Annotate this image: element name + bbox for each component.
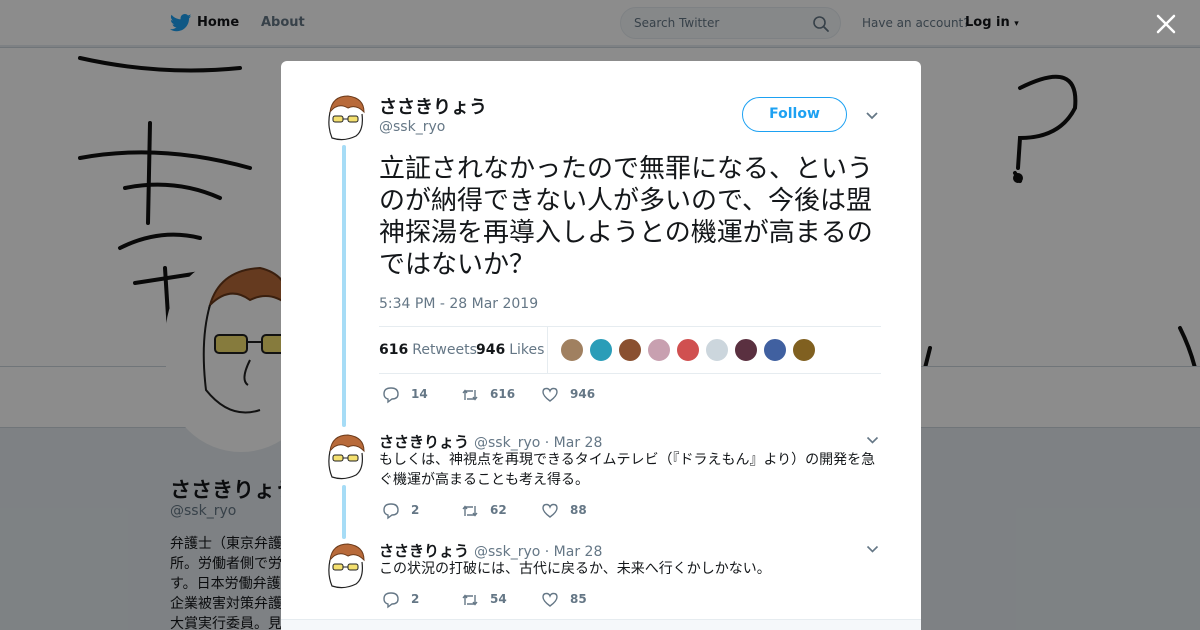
tweet-actions: 14 616 946	[382, 385, 682, 405]
like-count: 85	[570, 592, 587, 606]
likes-count: 946	[476, 342, 506, 358]
retweets-label: Retweets	[412, 342, 477, 358]
liker-avatar[interactable]	[734, 338, 758, 362]
reply-text: この状況の打破には、古代に戻るか、未来へ行くかしかない。	[379, 561, 771, 577]
liker-avatar[interactable]	[647, 338, 671, 362]
reply-icon	[383, 592, 399, 609]
liker-avatar[interactable]	[560, 338, 584, 362]
like-count: 946	[570, 387, 596, 401]
tweet-stats: 616 Retweets 946 Likes	[379, 326, 881, 374]
chevron-down-icon[interactable]	[866, 436, 879, 445]
tweet-timestamp[interactable]: 5:34 PM - 28 Mar 2019	[379, 296, 538, 312]
tweet-modal: ささきりょう @ssk_ryo Follow 立証されなかったので無罪になる、と…	[281, 61, 921, 630]
author-avatar[interactable]	[324, 94, 368, 142]
stats-divider	[547, 327, 548, 374]
reply-header: ささきりょう @ssk_ryo · Mar 28	[379, 540, 602, 561]
likes-label: Likes	[509, 342, 545, 358]
liker-avatar[interactable]	[763, 338, 787, 362]
modal-footer	[281, 619, 921, 630]
retweets-count: 616	[379, 342, 409, 358]
likes-stat[interactable]: 946 Likes	[476, 342, 544, 358]
follow-button[interactable]: Follow	[742, 97, 847, 132]
reply-date[interactable]: · Mar 28	[545, 544, 603, 560]
like-count: 88	[570, 503, 587, 517]
retweet-count: 62	[490, 503, 507, 517]
reply-author-handle[interactable]: @ssk_ryo	[474, 544, 540, 560]
heart-icon	[542, 592, 558, 607]
retweets-stat[interactable]: 616 Retweets	[379, 342, 477, 358]
reply-count: 14	[411, 387, 428, 401]
reply-actions: 2 62 88	[382, 501, 682, 521]
author-handle[interactable]: @ssk_ryo	[379, 119, 445, 135]
reply-date[interactable]: · Mar 28	[545, 435, 603, 451]
reply-avatar[interactable]	[324, 433, 368, 481]
reply-icon	[383, 387, 399, 404]
thread-line	[342, 485, 346, 539]
chevron-down-icon[interactable]	[865, 111, 879, 121]
reply-header: ささきりょう @ssk_ryo · Mar 28	[379, 431, 602, 452]
liker-avatar[interactable]	[589, 338, 613, 362]
reply-text: もしくは、神視点を再現できるタイムテレビ（『ドラえもん』より）の開発を急ぐ機運が…	[379, 452, 876, 488]
thread-line	[342, 145, 346, 427]
retweet-count: 54	[490, 592, 507, 606]
chevron-down-icon[interactable]	[866, 545, 879, 554]
close-icon[interactable]	[1153, 11, 1179, 37]
reply-author-handle[interactable]: @ssk_ryo	[474, 435, 540, 451]
reply-avatar[interactable]	[324, 542, 368, 590]
tweet-text: 立証されなかったので無罪になる、というのが納得できない人が多いので、今後は盟神探…	[379, 154, 874, 280]
retweet-icon	[462, 505, 478, 517]
retweet-icon	[462, 389, 478, 401]
retweet-icon	[462, 594, 478, 606]
reply-icon	[383, 503, 399, 520]
heart-icon	[542, 503, 558, 518]
reply-author-name[interactable]: ささきりょう	[379, 542, 469, 560]
liker-avatar[interactable]	[792, 338, 816, 362]
reply-count: 2	[411, 503, 420, 517]
reply-actions: 2 54 85	[382, 590, 682, 610]
retweet-count: 616	[490, 387, 516, 401]
heart-icon	[542, 387, 558, 402]
liker-avatar[interactable]	[705, 338, 729, 362]
liker-avatar[interactable]	[618, 338, 642, 362]
reply-author-name[interactable]: ささきりょう	[379, 433, 469, 451]
author-name[interactable]: ささきりょう	[379, 93, 487, 119]
liker-avatar[interactable]	[676, 338, 700, 362]
reply-count: 2	[411, 592, 420, 606]
